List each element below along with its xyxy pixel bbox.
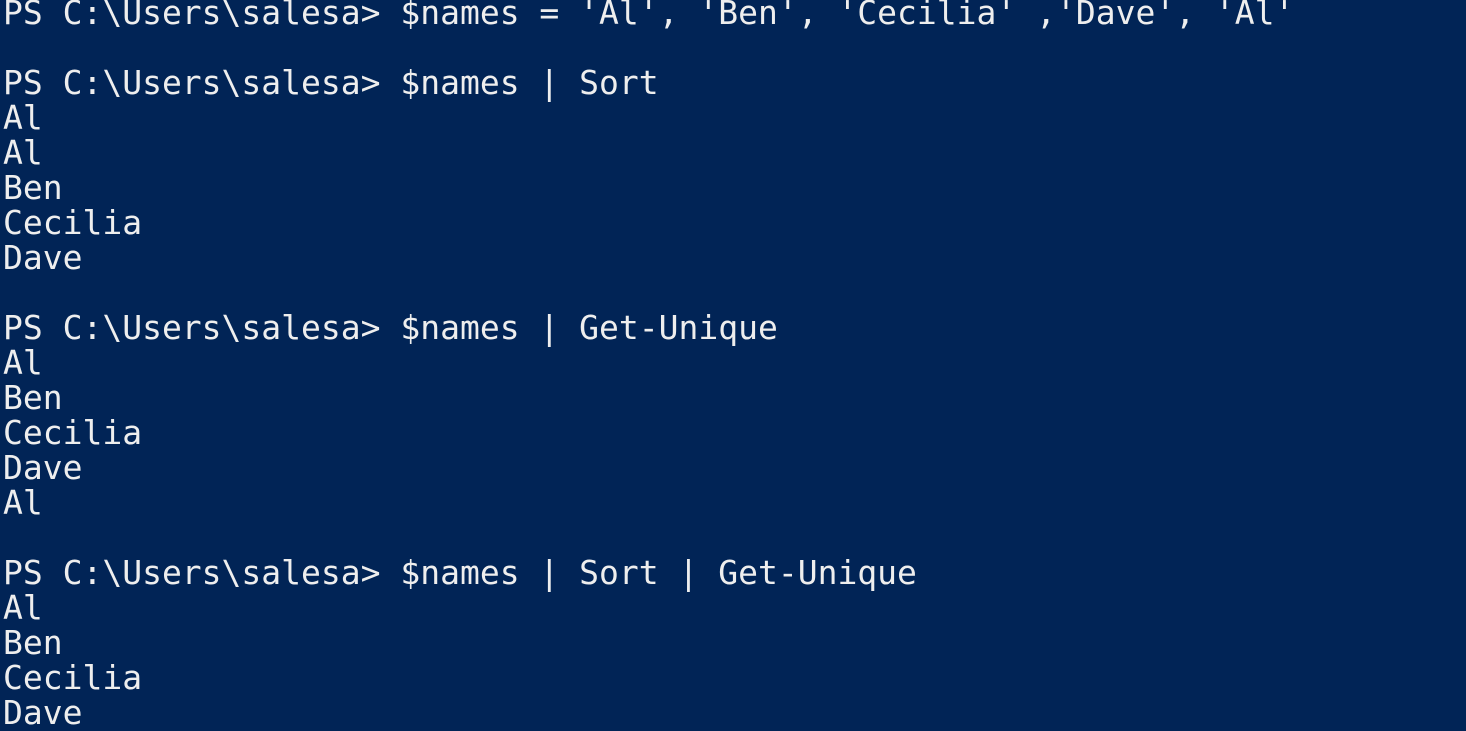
console-output-line: Cecilia [3,413,143,452]
console-output-line: Al [3,98,43,137]
console-command-line: PS C:\Users\salesa> $names | Sort [3,63,659,102]
console-output-line: Cecilia [3,658,143,697]
console-output-line: Al [3,483,43,522]
console-output-line: Dave [3,448,83,487]
console-output-line: Ben [3,378,63,417]
console-output-line: Cecilia [3,203,143,242]
console-output-line: Al [3,133,43,172]
console-output-line: Dave [3,238,83,277]
console-output-line: Al [3,343,43,382]
console-output-line: Dave [3,693,83,731]
console-command-line: PS C:\Users\salesa> $names = 'Al', 'Ben'… [3,0,1295,32]
console-command-line: PS C:\Users\salesa> $names | Sort | Get-… [3,553,917,592]
console-command-line: PS C:\Users\salesa> $names | Get-Unique [3,308,778,347]
console-output-line: Ben [3,623,63,662]
powershell-console[interactable]: PS C:\Users\salesa> $names = 'Al', 'Ben'… [0,0,1466,731]
console-text-buffer[interactable]: PS C:\Users\salesa> $names = 'Al', 'Ben'… [3,0,1294,730]
console-output-line: Al [3,588,43,627]
console-output-line: Ben [3,168,63,207]
